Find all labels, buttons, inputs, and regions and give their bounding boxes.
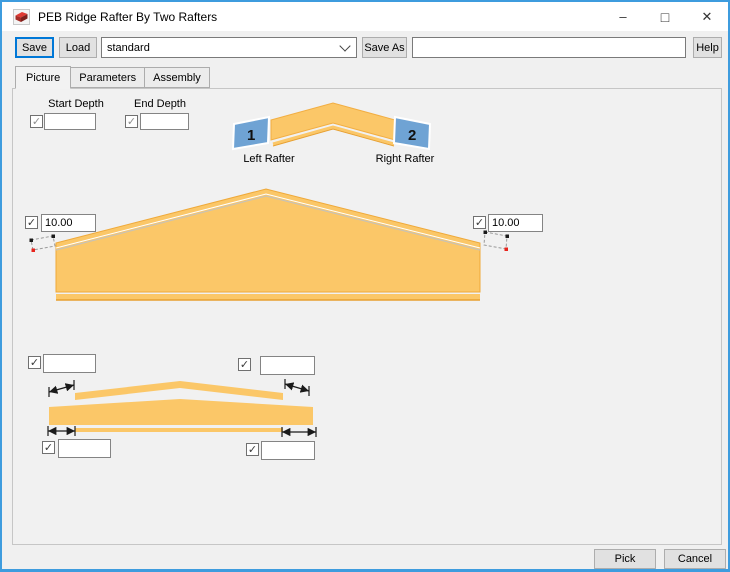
tab-picture[interactable]: Picture bbox=[15, 66, 72, 89]
title-bar: PEB Ridge Rafter By Two Rafters – □ ✕ bbox=[2, 2, 728, 31]
bottom-left-dimension-arrow bbox=[47, 426, 76, 436]
end-depth-checkbox[interactable]: ✓ bbox=[125, 115, 138, 128]
bottom-right-dimension-arrow bbox=[281, 427, 317, 437]
check-icon: ✓ bbox=[31, 115, 42, 128]
save-button[interactable]: Save bbox=[15, 37, 54, 58]
offset-top-flange bbox=[75, 381, 283, 400]
rafter-pair-diagram: 1 2 bbox=[231, 102, 432, 151]
right-pick-marker bbox=[483, 230, 509, 251]
offset-top-left-input[interactable] bbox=[43, 354, 96, 373]
right-rafter-label: Right Rafter bbox=[375, 153, 435, 165]
main-right-checkbox[interactable]: ✓ bbox=[473, 216, 486, 229]
cancel-button[interactable]: Cancel bbox=[664, 549, 726, 569]
help-button[interactable]: Help bbox=[693, 37, 722, 58]
maximize-icon[interactable]: □ bbox=[644, 2, 686, 31]
offset-bottom-right-checkbox[interactable]: ✓ bbox=[246, 443, 259, 456]
offset-bottom-right-input[interactable] bbox=[261, 441, 315, 460]
chevron-down-icon bbox=[339, 39, 351, 52]
check-icon: ✓ bbox=[474, 216, 485, 229]
pick-button[interactable]: Pick bbox=[594, 549, 656, 569]
offset-bottom-left-checkbox[interactable]: ✓ bbox=[42, 441, 55, 454]
offset-body-shape bbox=[49, 399, 313, 425]
check-icon: ✓ bbox=[239, 358, 250, 371]
main-left-checkbox[interactable]: ✓ bbox=[25, 216, 38, 229]
start-depth-checkbox[interactable]: ✓ bbox=[30, 115, 43, 128]
picture-tab-panel: Start Depth ✓ End Depth ✓ 1 2 Left Rafte… bbox=[12, 88, 722, 545]
tab-strip: Picture Parameters Assembly bbox=[15, 66, 210, 89]
tab-assembly[interactable]: Assembly bbox=[144, 67, 210, 88]
ridge-chevron-shape bbox=[270, 102, 396, 141]
main-right-input[interactable] bbox=[488, 214, 543, 232]
left-rafter-label: Left Rafter bbox=[243, 153, 295, 165]
start-depth-label: Start Depth bbox=[48, 98, 104, 110]
top-right-dimension-arrow bbox=[284, 379, 310, 396]
check-icon: ✓ bbox=[43, 441, 54, 454]
rafter-body-shape bbox=[55, 188, 481, 293]
check-icon: ✓ bbox=[247, 443, 258, 456]
left-pick-point-red-dot bbox=[31, 248, 35, 252]
window-controls: – □ ✕ bbox=[602, 2, 728, 31]
offset-bottom-left-input[interactable] bbox=[58, 439, 111, 458]
left-pick-marker bbox=[29, 234, 56, 252]
offsets-drawing bbox=[47, 379, 317, 437]
offset-bottom-flange bbox=[75, 428, 283, 432]
start-depth-input[interactable] bbox=[44, 113, 96, 130]
check-icon: ✓ bbox=[126, 115, 137, 128]
check-icon: ✓ bbox=[26, 216, 37, 229]
load-button[interactable]: Load bbox=[59, 37, 97, 58]
main-rafter-drawing bbox=[29, 188, 509, 301]
main-left-input[interactable] bbox=[41, 214, 96, 232]
right-rafter-number: 2 bbox=[408, 127, 416, 144]
check-icon: ✓ bbox=[29, 356, 40, 369]
app-icon[interactable] bbox=[13, 8, 30, 25]
end-depth-label: End Depth bbox=[134, 98, 186, 110]
tab-parameters[interactable]: Parameters bbox=[70, 67, 146, 88]
end-depth-input[interactable] bbox=[140, 113, 189, 130]
minimize-icon[interactable]: – bbox=[602, 2, 644, 31]
offset-top-right-input[interactable] bbox=[260, 356, 315, 375]
offset-top-left-checkbox[interactable]: ✓ bbox=[28, 356, 41, 369]
preset-combobox[interactable]: standard bbox=[101, 37, 357, 58]
window-title: PEB Ridge Rafter By Two Rafters bbox=[38, 9, 218, 24]
preset-value: standard bbox=[107, 41, 150, 54]
dialog-window: PEB Ridge Rafter By Two Rafters – □ ✕ Sa… bbox=[0, 0, 730, 572]
top-left-dimension-arrow bbox=[48, 380, 75, 397]
close-icon[interactable]: ✕ bbox=[686, 2, 728, 31]
right-pick-point-red-dot bbox=[504, 247, 508, 251]
offset-top-right-checkbox[interactable]: ✓ bbox=[238, 358, 251, 371]
save-as-button[interactable]: Save As bbox=[362, 37, 407, 58]
save-as-input[interactable] bbox=[412, 37, 686, 58]
left-rafter-number: 1 bbox=[247, 127, 255, 144]
rafter-bottom-flange bbox=[56, 294, 480, 300]
